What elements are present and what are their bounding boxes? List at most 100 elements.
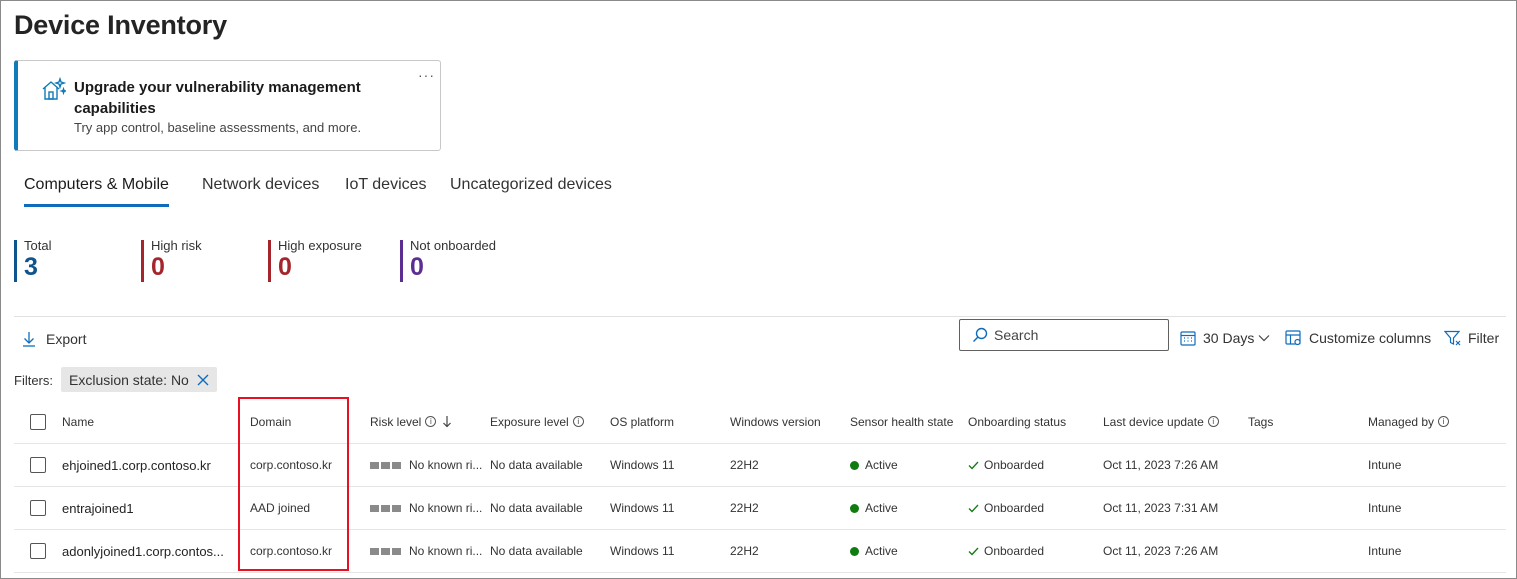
stat-not-onboarded[interactable]: Not onboarded 0 [400,238,496,282]
device-managed-by: Intune [1368,544,1402,558]
status-dot-icon [850,546,859,556]
device-risk-level: No known ri... [370,487,482,529]
stat-label: High risk [151,238,202,253]
device-onboarding-status: Onboarded [968,530,1044,572]
tab-uncategorized-devices[interactable]: Uncategorized devices [450,176,612,204]
search-box[interactable] [959,319,1169,351]
row-checkbox-cell[interactable] [30,530,46,572]
column-header-onboarding-status[interactable]: Onboarding status [968,400,1066,443]
stat-label: High exposure [278,238,362,253]
upgrade-banner[interactable]: Upgrade your vulnerability management ca… [14,60,441,151]
sensor-health-label: Active [865,544,898,558]
filter-chip-exclusion-state[interactable]: Exclusion state: No [61,367,217,392]
risk-level-label: No known ri... [409,501,483,515]
info-icon[interactable]: i [572,416,584,427]
sensor-health-label: Active [865,501,898,515]
status-dot-icon [850,503,859,513]
tab-network-devices[interactable]: Network devices [202,176,319,204]
row-checkbox[interactable] [30,543,46,559]
house-sparkle-icon [40,76,68,103]
column-header-windows-version[interactable]: Windows version [730,400,821,443]
customize-columns-button[interactable]: Customize columns [1285,330,1431,346]
row-checkbox-cell[interactable] [30,487,46,529]
stat-bar [268,240,271,282]
device-exposure-level: No data available [490,544,583,558]
column-header-os-platform[interactable]: OS platform [610,400,674,443]
column-header-label: Managed by [1368,414,1435,429]
device-name[interactable]: ehjoined1.corp.contoso.kr [62,444,242,486]
date-range-dropdown[interactable]: 30 Days [1180,330,1270,346]
checkmark-icon [968,504,979,512]
stat-total[interactable]: Total 3 [14,238,51,282]
export-button[interactable]: Export [22,331,86,347]
filters-label: Filters: [14,373,53,388]
info-icon[interactable]: i [425,416,437,427]
risk-level-indicator [370,504,401,512]
column-header-tags[interactable]: Tags [1248,400,1273,443]
device-domain: corp.contoso.kr [250,544,333,558]
column-header-label: Last device update [1103,414,1204,429]
search-input[interactable] [994,327,1164,343]
search-icon [973,327,988,342]
onboarding-status-label: Onboarded [984,458,1045,472]
onboarding-status-label: Onboarded [984,544,1045,558]
device-exposure-level: No data available [490,501,583,515]
column-header-name[interactable]: Name [62,400,94,443]
column-header-managed-by[interactable]: Managed by i [1368,400,1450,443]
column-header-exposure-level[interactable]: Exposure level i [490,400,584,443]
risk-level-label: No known ri... [409,458,483,472]
onboarding-status-label: Onboarded [984,501,1045,515]
customize-columns-icon [1285,330,1301,346]
more-options-icon[interactable]: ··· [418,67,435,83]
divider [14,316,1506,317]
export-label: Export [46,331,87,347]
device-domain: corp.contoso.kr [250,458,333,472]
device-os-platform: Windows 11 [610,458,675,472]
table-row[interactable]: ehjoined1.corp.contoso.kr corp.contoso.k… [14,444,1506,487]
device-sensor-health: Active [850,444,898,486]
sort-descending-icon[interactable] [442,415,452,428]
device-name[interactable]: adonlyjoined1.corp.contos... [62,530,242,572]
customize-columns-label: Customize columns [1309,330,1432,346]
tab-iot-devices[interactable]: IoT devices [345,176,427,204]
device-os-platform: Windows 11 [610,501,675,515]
date-range-label: 30 Days [1203,330,1255,346]
device-name[interactable]: entrajoined1 [62,487,242,529]
stat-label: Not onboarded [410,238,497,253]
device-risk-level: No known ri... [370,444,482,486]
device-sensor-health: Active [850,487,898,529]
device-windows-version: 22H2 [730,458,759,472]
info-icon[interactable]: i [1438,416,1450,427]
stat-bar [14,240,17,282]
device-os-platform: Windows 11 [610,544,675,558]
stat-bar [141,240,144,282]
download-icon [23,332,35,347]
row-checkbox-cell[interactable] [30,444,46,486]
risk-level-indicator [370,461,401,469]
stat-high-risk[interactable]: High risk 0 [141,238,202,282]
select-all-checkbox[interactable] [30,413,46,430]
select-all-checkbox-cell[interactable] [30,400,46,443]
banner-title: Upgrade your vulnerability management ca… [74,79,361,117]
row-checkbox[interactable] [30,500,46,516]
filter-button[interactable]: Filter [1444,330,1499,346]
row-checkbox[interactable] [30,457,46,473]
sensor-health-label: Active [865,458,898,472]
column-header-risk-level[interactable]: Risk level i [370,400,452,443]
stat-high-exposure[interactable]: High exposure 0 [268,238,362,282]
table-row[interactable]: entrajoined1 AAD joined No known ri... N… [14,487,1506,530]
stat-value: 0 [410,253,424,281]
table-row[interactable]: adonlyjoined1.corp.contos... corp.contos… [14,530,1506,573]
checkmark-icon [968,461,979,469]
tab-computers-mobile[interactable]: Computers & Mobile [24,176,169,207]
column-header-last-device-update[interactable]: Last device update i [1103,400,1219,443]
device-windows-version: 22H2 [730,544,759,558]
stat-bar [400,240,403,282]
calendar-icon [1180,331,1196,346]
info-icon[interactable]: i [1207,416,1219,427]
close-icon[interactable] [197,374,209,386]
column-header-sensor-health-state[interactable]: Sensor health state [850,400,953,443]
column-header-domain[interactable]: Domain [250,400,291,443]
device-managed-by: Intune [1368,458,1402,472]
device-windows-version: 22H2 [730,501,759,515]
